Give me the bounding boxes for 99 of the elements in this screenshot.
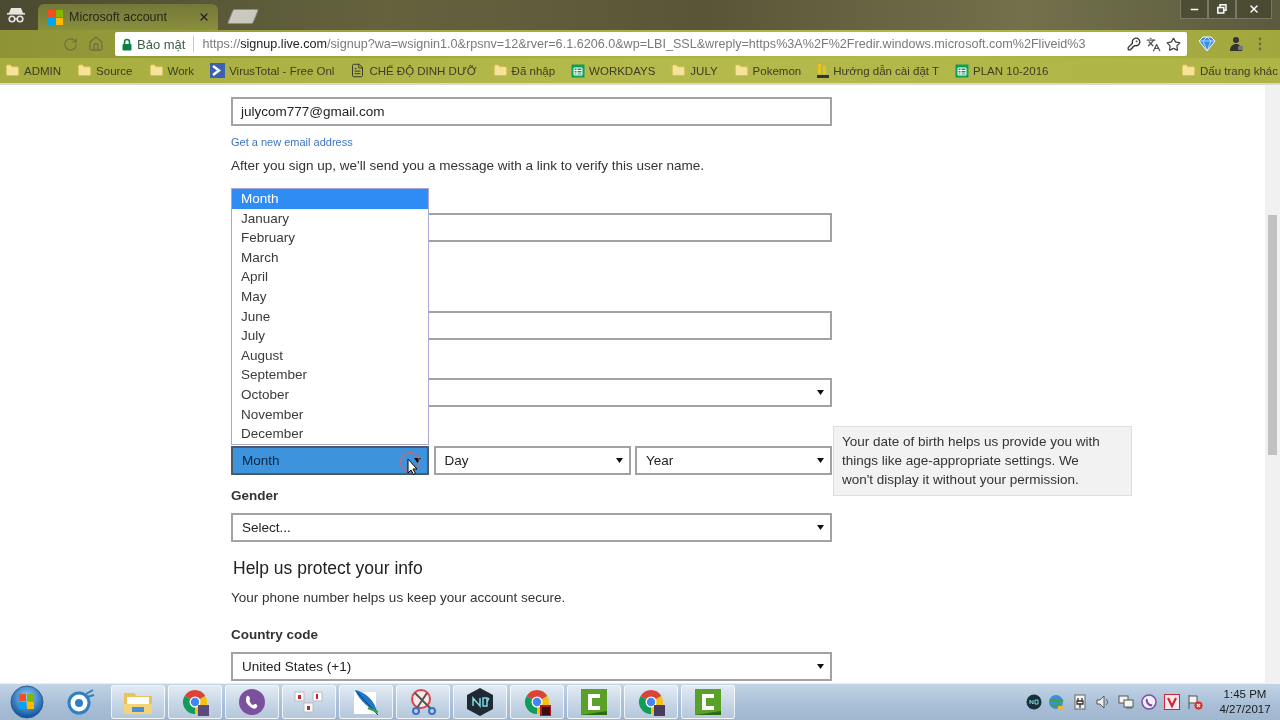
reload-icon (62, 36, 78, 52)
browser-tab[interactable]: Microsoft account (38, 4, 218, 30)
grid-logo-icon (48, 9, 63, 25)
date-select[interactable]: Day (433, 446, 631, 475)
scrollbar-thumb[interactable] (1268, 215, 1277, 455)
taskbar-app-button[interactable] (510, 685, 564, 719)
bookmark-item[interactable]: Hướng dẫn cài đặt T (815, 62, 941, 79)
bookmark-item[interactable]: Source (75, 63, 135, 78)
tray-button[interactable] (1116, 692, 1135, 712)
caret-icon (414, 458, 421, 463)
tiles-icon (294, 689, 324, 715)
caret-icon (817, 664, 824, 669)
verify-note: After you sign up, we'll send you a message with a link to verify this user name. (231, 157, 706, 175)
tooltip: Your date of birth helps us provide you with things like age-appropriate settings. We won't display it without your permission. (833, 426, 1132, 496)
folder-icon (733, 63, 749, 78)
caret-icon (615, 458, 623, 463)
gender-select[interactable]: Select... (231, 513, 832, 542)
browser-logo-icon (523, 688, 551, 716)
bookmark-item[interactable]: Work (146, 63, 197, 78)
hexagon-logo-icon (1025, 694, 1042, 710)
hexagon-logo-icon (466, 687, 494, 717)
mouse-pointer-icon (399, 451, 421, 475)
chevron-logo-icon (210, 63, 226, 78)
address-bar[interactable]: Bảo mật https://signup.live.com/signup?wa=wsignin1.0&rpsnv=12&rver=6.1.6206.0&wp=LBI_SSL&wreply=https%3A%2F%2Fredir.windows.microsoft.com%2Fliveid%3 (115, 32, 1187, 56)
taskbar-app-button[interactable] (453, 685, 507, 719)
taskbar-app-button[interactable] (624, 685, 678, 719)
bookmark-item[interactable]: Pokemon (731, 63, 804, 78)
bookmark-item[interactable]: Đã nhập (490, 63, 558, 78)
phone-bubble-icon (238, 688, 266, 716)
field-label: Gender (231, 487, 279, 505)
folder-icon (1181, 63, 1196, 78)
home-icon (88, 36, 104, 52)
scissors-icon (409, 688, 437, 716)
round-logo-icon (67, 689, 95, 715)
arc-tile-icon (694, 688, 722, 716)
bookmark-item[interactable]: PLAN 10-2016 (953, 63, 1051, 78)
spreadsheet-icon (955, 63, 969, 78)
page-icon (350, 63, 366, 78)
tray-button[interactable] (1024, 692, 1043, 712)
guide-logo-icon (817, 62, 830, 79)
browser-logo-icon (637, 688, 665, 716)
caret-icon (817, 390, 824, 395)
bookmark-item[interactable]: JULY (669, 63, 720, 78)
new-email-link[interactable]: Get a new email address (231, 135, 353, 149)
close-button[interactable] (1236, 0, 1272, 19)
folder-icon (77, 63, 93, 78)
caret-icon (817, 525, 824, 530)
taskbar-app-button[interactable] (681, 685, 735, 719)
clock-time: 1:45 PM (1223, 687, 1267, 702)
caret-icon (817, 458, 824, 463)
new-tab-button[interactable] (226, 9, 260, 24)
taskbar-app-button[interactable] (168, 685, 222, 719)
flag-error-icon (1186, 694, 1203, 710)
chevron-tile-icon (1163, 694, 1180, 710)
username-input[interactable]: julycom777@gmail.com (231, 97, 832, 126)
bookmark-item[interactable]: CHẾ ĐỘ DINH DƯỠ (348, 63, 479, 78)
country-select[interactable]: United States (+1) (231, 652, 832, 681)
folder-icon (492, 63, 508, 78)
folder-icon (671, 63, 687, 78)
date-select[interactable]: Year (635, 446, 832, 475)
phone-note: Your phone number helps us keep your account secure. (231, 589, 567, 607)
speaker-icon (1095, 694, 1110, 710)
close-icon (198, 11, 210, 23)
bookmark-item[interactable]: Dấu trang khác (1179, 63, 1280, 78)
folder-icon (5, 63, 20, 78)
start-orb-icon (10, 685, 44, 719)
phone-bubble-icon (1140, 694, 1157, 710)
spreadsheet-icon (571, 63, 586, 78)
incognito-icon (6, 7, 26, 23)
globe-icon (1048, 694, 1065, 710)
field-label: Country code (231, 626, 318, 644)
bookmark-item[interactable]: WORKDAYS (569, 63, 658, 78)
bookmark-item[interactable]: ADMIN (3, 63, 64, 78)
clock-date: 4/27/2017 (1219, 702, 1271, 717)
security-label: Bảo mật (137, 36, 186, 52)
folder-icon (148, 63, 164, 78)
star-icon (1166, 36, 1181, 52)
monitor-icon (1117, 694, 1134, 710)
taskbar-app-button[interactable] (567, 685, 621, 719)
tray-button[interactable] (1162, 692, 1181, 712)
restore-button[interactable] (1208, 0, 1236, 19)
section-heading: Help us protect your info (233, 557, 424, 580)
tray-button[interactable] (1185, 692, 1204, 712)
tray-button[interactable] (1139, 692, 1158, 712)
close-icon (1248, 3, 1260, 15)
person-icon (1228, 36, 1244, 52)
arc-tile-icon (580, 688, 608, 716)
restore-icon (1217, 4, 1227, 14)
feather-icon (352, 688, 380, 716)
power-plug-icon (1072, 694, 1087, 710)
translate-icon (1146, 36, 1161, 52)
browser-logo-icon (181, 688, 209, 716)
url-text: https://signup.live.com/signup?wa=wsignin1.0&rpsnv=12&rver=6.1.6206.0&wp=LBI_SSL&wreply=https%3A%2F%2Fredir.windows.microsoft.com%2Fliveid%3 (202, 37, 1087, 51)
lock-icon (122, 37, 132, 51)
menu-icon (1258, 37, 1262, 51)
bookmark-item[interactable]: VirusTotal - Free Onl (208, 63, 337, 78)
diamond-icon (1198, 36, 1216, 52)
key-icon (1127, 37, 1141, 51)
date-select[interactable]: Month (231, 446, 429, 475)
